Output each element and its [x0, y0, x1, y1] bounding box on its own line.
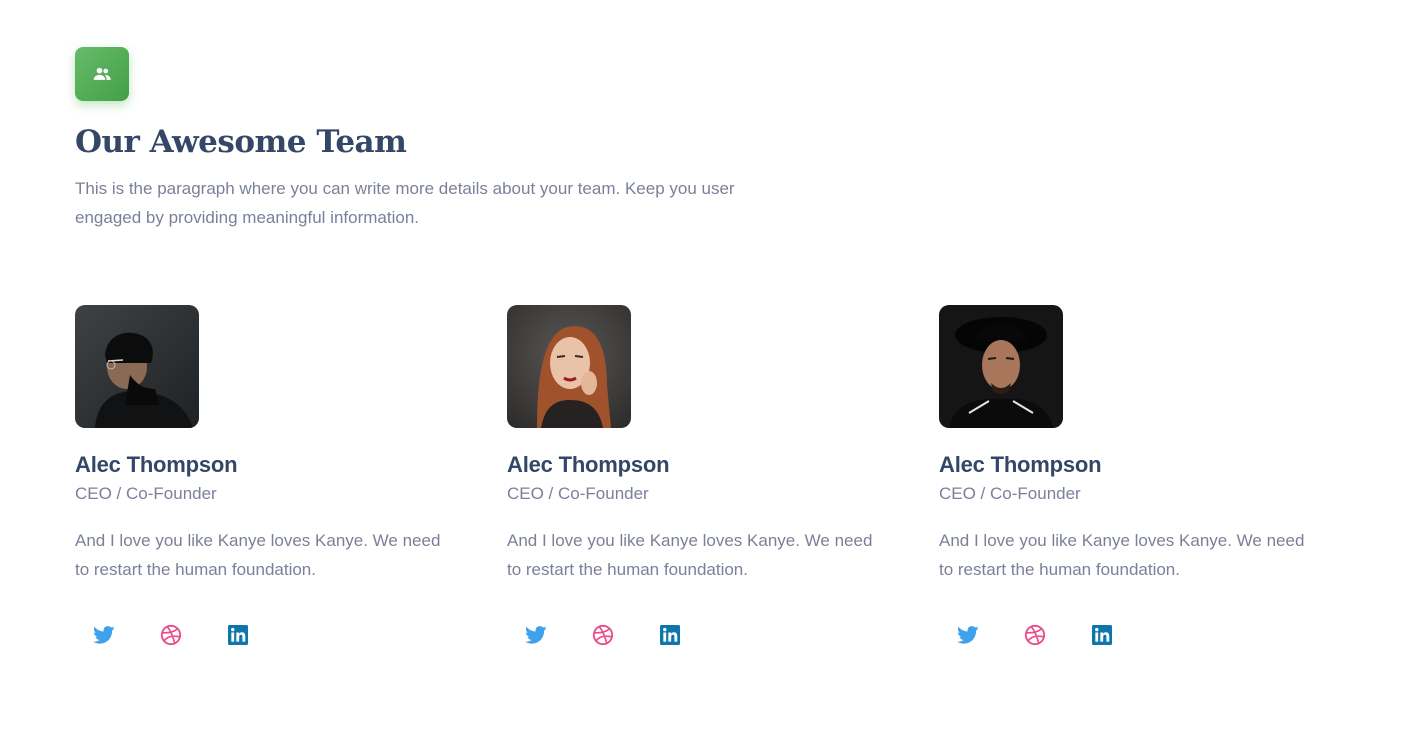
dribbble-button[interactable]	[1006, 618, 1064, 652]
member-name: Alec Thompson	[75, 452, 238, 477]
member-bio: And I love you like Kanye loves Kanye. W…	[507, 531, 873, 579]
member-photo	[939, 305, 1063, 428]
member-name: Alec Thompson	[507, 452, 670, 477]
team-member-card: Alec Thompson CEO / Co-Founder And I lov…	[75, 305, 455, 652]
team-member-card: Alec Thompson CEO / Co-Founder And I lov…	[939, 305, 1319, 652]
dribbble-icon	[160, 624, 182, 646]
dribbble-button[interactable]	[142, 618, 200, 652]
twitter-button[interactable]	[939, 618, 997, 652]
linkedin-button[interactable]	[641, 618, 699, 652]
member-role: CEO / Co-Founder	[939, 484, 1081, 503]
social-links	[939, 618, 1319, 652]
dribbble-button[interactable]	[574, 618, 632, 652]
social-links	[507, 618, 887, 652]
linkedin-icon	[1092, 625, 1112, 645]
twitter-icon	[525, 626, 547, 644]
section-title: Our Awesome Team	[75, 124, 407, 160]
dribbble-icon	[1024, 624, 1046, 646]
linkedin-button[interactable]	[209, 618, 267, 652]
social-links	[75, 618, 455, 652]
twitter-icon	[957, 626, 979, 644]
linkedin-button[interactable]	[1073, 618, 1131, 652]
dribbble-icon	[592, 624, 614, 646]
member-role: CEO / Co-Founder	[75, 484, 217, 503]
twitter-button[interactable]	[507, 618, 565, 652]
twitter-button[interactable]	[75, 618, 133, 652]
member-bio: And I love you like Kanye loves Kanye. W…	[939, 531, 1305, 579]
team-badge	[75, 47, 129, 101]
member-role: CEO / Co-Founder	[507, 484, 649, 503]
member-photo	[507, 305, 631, 428]
member-name: Alec Thompson	[939, 452, 1102, 477]
linkedin-icon	[660, 625, 680, 645]
team-member-card: Alec Thompson CEO / Co-Founder And I lov…	[507, 305, 887, 652]
member-photo	[75, 305, 199, 428]
linkedin-icon	[228, 625, 248, 645]
section-intro: This is the paragraph where you can writ…	[75, 179, 735, 227]
twitter-icon	[93, 626, 115, 644]
member-bio: And I love you like Kanye loves Kanye. W…	[75, 531, 441, 579]
group-icon	[93, 67, 111, 80]
